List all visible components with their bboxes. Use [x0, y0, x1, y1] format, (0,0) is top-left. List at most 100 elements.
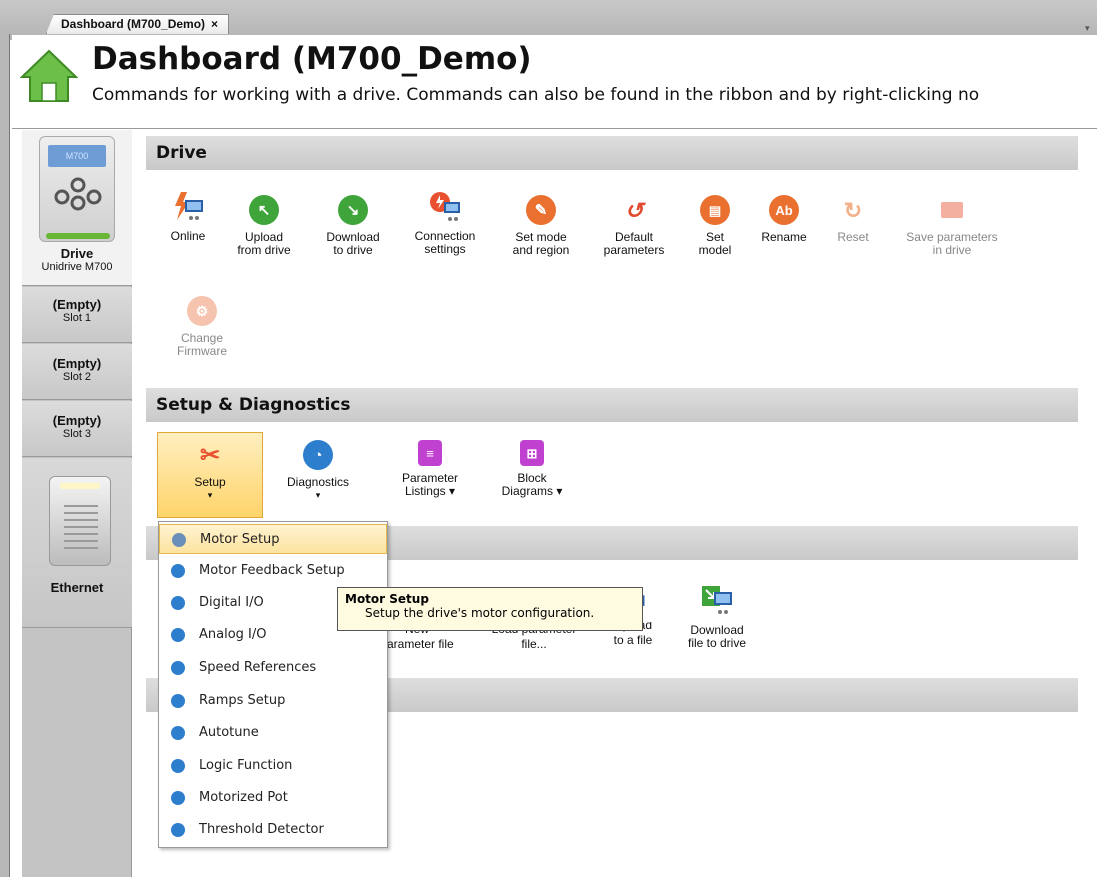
slot-3-title: (Empty) [52, 413, 102, 428]
ramps-setup-icon [171, 694, 185, 708]
home-icon [20, 49, 78, 102]
firmware-label-2: Firmware [177, 344, 227, 358]
block-diagrams-button[interactable]: ⊞ Block Diagrams ▾ [484, 440, 580, 498]
document-tab-bar: Dashboard (M700_Demo) × ▾ [0, 0, 1097, 40]
download-file-label-2: file to drive [687, 636, 747, 650]
drive-status-bar [46, 233, 110, 239]
slot-drive-title: Drive [60, 246, 94, 261]
reset-label: Reset [837, 230, 869, 244]
parameter-listings-label-2: Listings ▾ [404, 484, 456, 498]
page-title: Dashboard (M700_Demo) [92, 41, 532, 77]
menu-item-label: Digital I/O [199, 595, 264, 610]
diagnostics-label: Diagnostics [286, 475, 350, 489]
parameter-listings-icon: ≡ [418, 440, 442, 466]
online-icon [175, 192, 203, 220]
drive-lcd: M700 [48, 145, 106, 167]
slot-2[interactable]: (Empty) Slot 2 [22, 344, 132, 400]
window-frame [0, 34, 10, 877]
save-parameters-icon [937, 195, 967, 225]
slot-1[interactable]: (Empty) Slot 1 [22, 287, 132, 343]
set-mode-label-2: and region [512, 243, 570, 257]
download-file-icon [702, 586, 732, 614]
slot-1-subtitle: Slot 1 [62, 312, 92, 324]
save-parameters-button[interactable]: Save parameters in drive [894, 195, 1010, 257]
slot-panel: M700 Drive Unidrive M700 (Empty) Slot 1 … [22, 130, 132, 877]
menu-item-label: Analog I/O [199, 627, 267, 642]
set-model-label-2: model [698, 243, 732, 257]
slot-drive[interactable]: M700 Drive Unidrive M700 [22, 130, 132, 286]
upload-from-drive-button[interactable]: ↖ Upload from drive [228, 195, 300, 257]
section-drive-header: Drive [146, 136, 1078, 170]
default-parameters-button[interactable]: ↺ Default parameters [594, 195, 674, 257]
menu-item-label: Threshold Detector [199, 822, 324, 837]
online-button[interactable]: Online [160, 190, 216, 243]
download-file-to-drive-button[interactable]: Download file to drive [676, 584, 758, 650]
upload-label-2: from drive [237, 243, 291, 257]
slot-ethernet[interactable]: Ethernet [22, 458, 132, 628]
slot-3[interactable]: (Empty) Slot 3 [22, 401, 132, 457]
default-parameters-icon: ↺ [624, 197, 644, 223]
motor-feedback-icon [171, 564, 185, 578]
rename-button[interactable]: Ab Rename [756, 195, 812, 244]
page-subtitle: Commands for working with a drive. Comma… [92, 85, 980, 105]
tab-label: Dashboard (M700_Demo) [61, 17, 206, 31]
connection-settings-icon [430, 192, 460, 221]
connection-label-2: settings [424, 242, 466, 256]
slot-ethernet-title: Ethernet [50, 580, 104, 595]
setup-button-content[interactable]: ✂ Setup ▾ [157, 440, 263, 502]
rename-label: Rename [761, 230, 807, 244]
slot-1-title: (Empty) [52, 297, 102, 312]
download-label-2: to drive [333, 243, 373, 257]
reset-button[interactable]: ↻ Reset [830, 195, 876, 244]
menu-item-autotune[interactable]: Autotune [159, 718, 387, 748]
load-parameter-label-2: file... [521, 637, 547, 651]
slot-2-title: (Empty) [52, 356, 102, 371]
menu-item-label: Motor Feedback Setup [199, 563, 345, 578]
menu-item-label: Autotune [199, 725, 259, 740]
set-mode-icon: ✎ [526, 195, 556, 225]
default-label-2: parameters [603, 243, 665, 257]
tab-dashboard[interactable]: Dashboard (M700_Demo) × [46, 14, 230, 34]
change-firmware-icon: ⚙ [187, 296, 217, 326]
menu-item-label: Ramps Setup [199, 693, 286, 708]
menu-item-label: Motor Setup [200, 532, 280, 547]
set-model-button[interactable]: ▤ Set model [690, 195, 740, 257]
download-to-drive-button[interactable]: ↘ Download to drive [314, 195, 392, 257]
tab-close-icon[interactable]: × [211, 17, 218, 31]
digital-io-icon [171, 596, 185, 610]
menu-item-motorized-pot[interactable]: Motorized Pot [159, 783, 387, 813]
tooltip-title: Motor Setup [345, 592, 429, 606]
menu-item-logic-function[interactable]: Logic Function [159, 751, 387, 781]
rename-icon: Ab [769, 195, 799, 225]
menu-item-speed-references[interactable]: Speed References [159, 653, 387, 683]
connection-settings-button[interactable]: Connection settings [406, 190, 484, 256]
setup-chevron-icon: ▾ [207, 490, 213, 500]
menu-item-motor-setup[interactable]: Motor Setup [159, 524, 387, 554]
slot-2-subtitle: Slot 2 [62, 371, 92, 383]
slot-3-subtitle: Slot 3 [62, 428, 92, 440]
block-diagrams-label-2: Diagrams ▾ [501, 484, 563, 498]
menu-item-label: Speed References [199, 660, 317, 675]
set-model-icon: ▤ [700, 195, 730, 225]
diagnostics-button[interactable]: ◔ Diagnostics ▾ [266, 440, 370, 502]
dashboard-header: Dashboard (M700_Demo) Commands for worki… [12, 35, 1097, 129]
drive-keypad-icon: M700 [39, 136, 115, 242]
motor-setup-icon [172, 533, 186, 547]
set-mode-region-button[interactable]: ✎ Set mode and region [502, 195, 580, 257]
menu-item-ramps-setup[interactable]: Ramps Setup [159, 686, 387, 716]
download-icon: ↘ [338, 195, 368, 225]
motorized-pot-icon [171, 791, 185, 805]
menu-item-threshold-detector[interactable]: Threshold Detector [159, 815, 387, 845]
change-firmware-button[interactable]: ⚙ Change Firmware [164, 296, 240, 358]
parameter-listings-button[interactable]: ≡ Parameter Listings ▾ [380, 440, 480, 498]
upload-icon: ↖ [249, 195, 279, 225]
menu-item-label: Logic Function [199, 758, 293, 773]
upload-file-label-2: to a file [613, 633, 653, 647]
reset-icon: ↻ [843, 197, 863, 223]
menu-item-motor-feedback-setup[interactable]: Motor Feedback Setup [159, 556, 387, 586]
ethernet-module-icon [49, 476, 111, 566]
section-setup-header: Setup & Diagnostics [146, 388, 1078, 422]
analog-io-icon [171, 628, 185, 642]
autotune-icon [171, 726, 185, 740]
motor-setup-tooltip: Motor Setup Setup the drive's motor conf… [337, 587, 643, 631]
